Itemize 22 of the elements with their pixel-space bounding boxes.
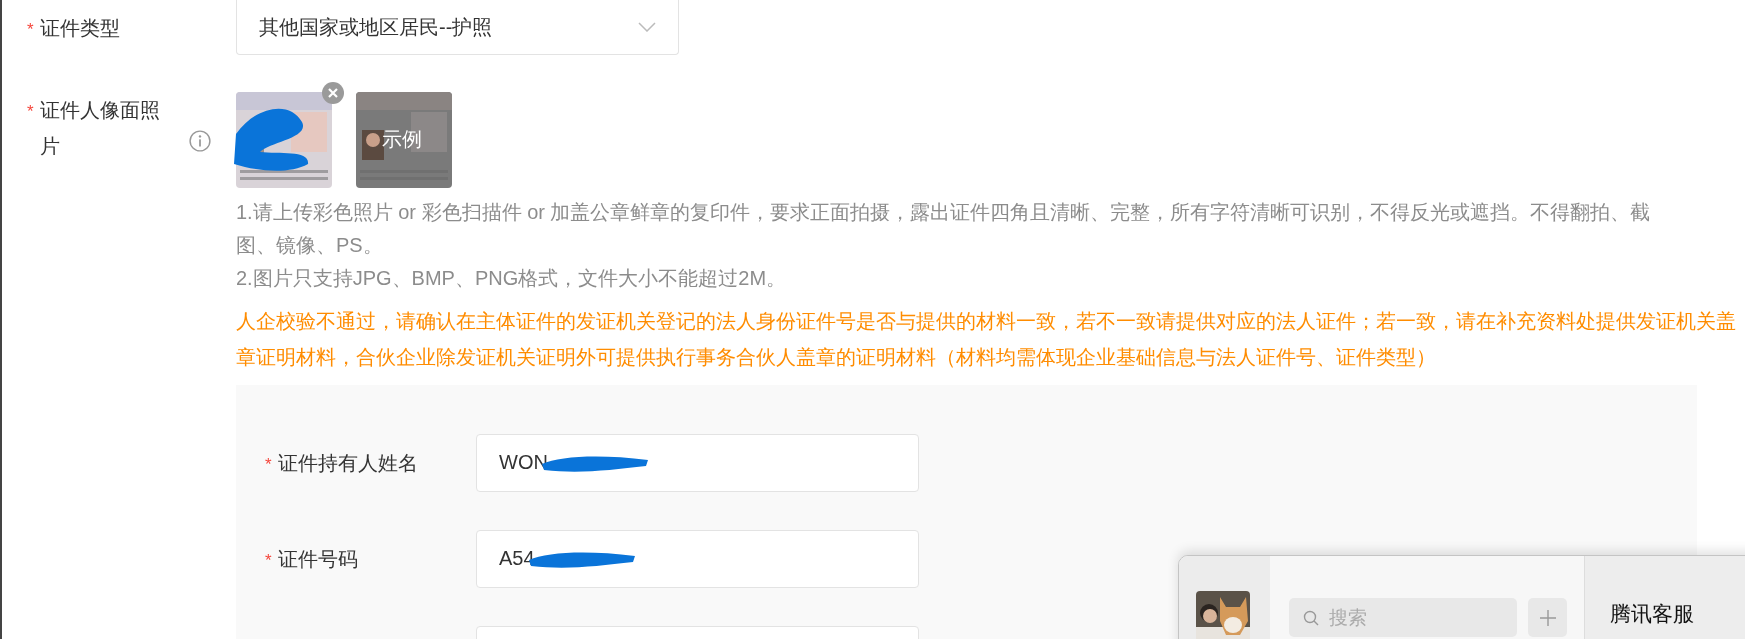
type-select[interactable]: 其他国家或地区居民--护照	[236, 0, 679, 55]
required-asterisk: *	[265, 550, 272, 571]
hint-text: 2.图片只支持JPG、BMP、PNG格式，文件大小不能超过2M。	[236, 266, 788, 291]
chat-title: 腾讯客服	[1610, 602, 1694, 625]
required-asterisk: *	[27, 102, 34, 122]
required-asterisk: *	[265, 454, 272, 475]
warning-text: 人企校验不通过，请确认在主体证件的发证机关登记的法人身份证件号是否与提供的材料一致，若不一致请提供对应的法人证件；若一致，请在补充资料处提供发证机关盖章证明材料，合伙企业除发证机关证明外可提供执行事务合伙人盖章的证明材料（材料均需体现企业基础信息与法人证件号、证件类型）	[236, 309, 1737, 370]
field-label: 证件持有人姓名	[277, 450, 418, 476]
search-icon	[1303, 610, 1319, 626]
search-field[interactable]: 搜索	[1289, 598, 1517, 637]
info-icon[interactable]	[189, 130, 211, 152]
hint-text: 1.请上传彩色照片 or 彩色扫描件 or 加盖公章鲜章的复印件，要求正面拍摄，露出证件四角且清晰、完整，所有字符清晰可识别，不得反光或遮挡。不得翻拍、截图、镜像、PS。	[236, 200, 1652, 258]
add-button[interactable]	[1528, 598, 1567, 637]
field-label: 证件号码	[277, 546, 358, 572]
field-label: 证件类型	[39, 16, 120, 41]
input-field[interactable]: WON	[476, 433, 919, 492]
chevron-down-icon	[638, 22, 656, 32]
close-icon[interactable]	[322, 82, 344, 104]
example-caption: 示例	[382, 127, 422, 151]
required-asterisk: *	[27, 20, 34, 40]
field-label: 证件人像面照片	[39, 98, 161, 159]
plus-icon	[1538, 608, 1557, 627]
